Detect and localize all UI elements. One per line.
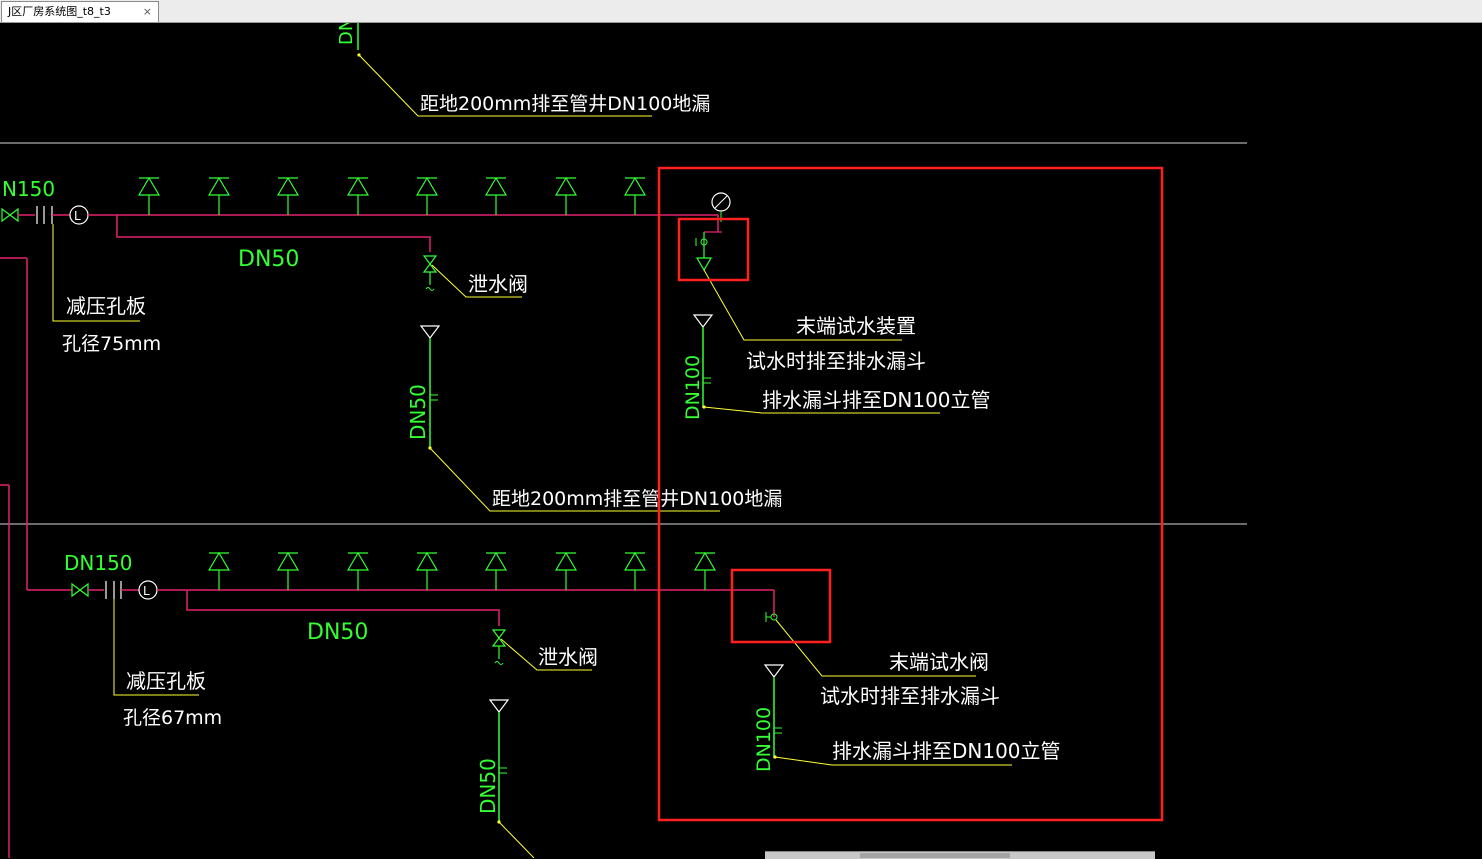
upper-riser-size: DN50	[406, 384, 430, 440]
upper-branch-size: DN50	[238, 247, 299, 272]
lower-test-note: 试水时排至排水漏斗	[820, 684, 1000, 708]
lower-orifice-diameter: 孔径67mm	[123, 707, 222, 729]
close-tab-icon[interactable]: ×	[143, 2, 152, 22]
upper-funnel-note: 排水漏斗排至DN100立管	[762, 388, 991, 412]
scrollbar-thumb[interactable]	[860, 853, 1010, 858]
upper-drain-valve-label: 泄水阀	[468, 272, 528, 296]
lower-end-device-label: 末端试水阀	[889, 650, 989, 674]
lower-orifice-label: 减压孔板	[126, 669, 206, 693]
lower-main-size: DN150	[64, 551, 133, 575]
document-tab-title: J区厂房系统图_t8_t3	[8, 5, 111, 18]
upper-end-device-label: 末端试水装置	[796, 314, 916, 338]
document-tab-bar: J区厂房系统图_t8_t3 ×	[0, 0, 1482, 23]
upper-drain-note: 距地200mm排至管井DN100地漏	[492, 488, 782, 510]
top-drain-note: 距地200mm排至管井DN100地漏	[420, 93, 710, 115]
svg-text:L: L	[74, 209, 81, 223]
upper-test-note: 试水时排至排水漏斗	[746, 349, 926, 373]
document-tab[interactable]: J区厂房系统图_t8_t3 ×	[1, 1, 159, 22]
upper-orifice-diameter: 孔径75mm	[62, 333, 161, 355]
drawing-canvas[interactable]: DN 距地200mm排至管井DN100地漏 N150 L DN50 泄水阀 减压…	[0, 23, 1482, 858]
lower-funnel-riser-size: DN100	[753, 707, 775, 772]
lower-branch-size: DN50	[307, 620, 368, 645]
lower-funnel-note: 排水漏斗排至DN100立管	[832, 739, 1061, 763]
upper-orifice-label: 减压孔板	[66, 294, 146, 318]
lower-riser-size: DN50	[476, 758, 500, 814]
top-riser-label: DN	[336, 23, 357, 45]
lower-drain-valve-label: 泄水阀	[538, 645, 598, 669]
svg-text:L: L	[143, 584, 150, 598]
upper-main-size: N150	[2, 177, 55, 201]
upper-funnel-riser-size: DN100	[682, 355, 704, 420]
